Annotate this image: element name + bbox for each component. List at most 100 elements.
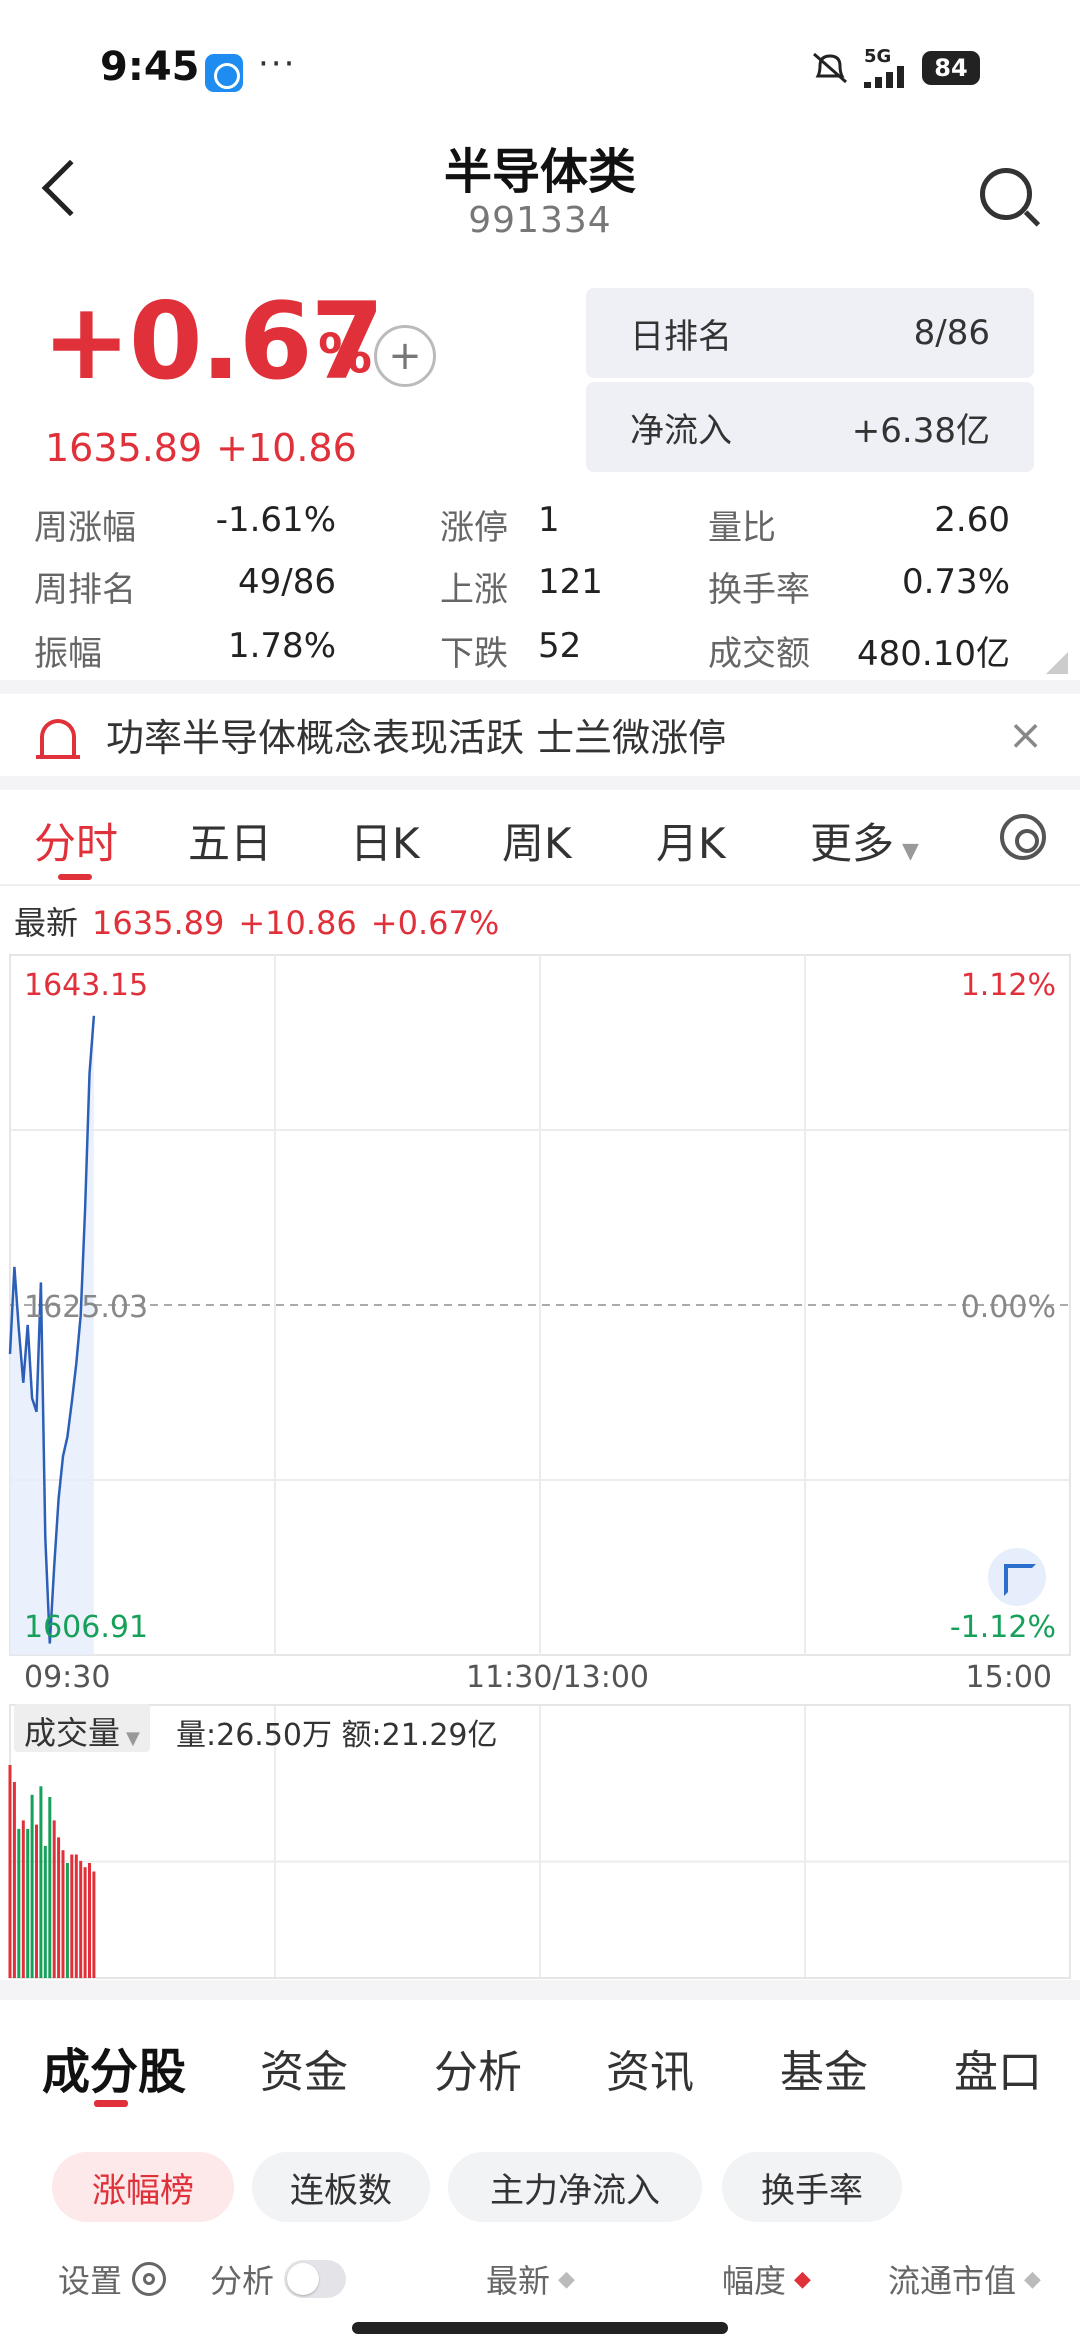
- toggle-switch[interactable]: [284, 2260, 347, 2298]
- tab-daily-k[interactable]: 日K: [350, 810, 420, 871]
- sort-desc-icon: ◆: [794, 2266, 811, 2292]
- expand-corner-icon[interactable]: [1046, 652, 1068, 674]
- rise-label: 上涨: [440, 570, 508, 610]
- latest-label: 最新: [14, 904, 79, 942]
- x-label-open: 09:30: [24, 1660, 111, 1695]
- tab-intraday[interactable]: 分时: [34, 810, 118, 871]
- status-right-group: 5G 84: [810, 48, 980, 88]
- chevron-down-icon: ▼: [126, 1728, 140, 1749]
- tab-constituents[interactable]: 成分股: [42, 2032, 186, 2102]
- signal-group: 5G: [864, 48, 908, 88]
- volume-bar: [57, 1837, 61, 1978]
- latest-change: +10.86: [238, 904, 357, 942]
- volume-bar: [12, 1782, 16, 1978]
- y-min-label: 1606.91: [24, 1610, 149, 1645]
- fullscreen-icon[interactable]: [988, 1548, 1046, 1606]
- amplitude-label: 振幅: [34, 634, 102, 674]
- active-tab-indicator: [94, 2100, 128, 2107]
- chart-tabs: 分时 五日 日K 周K 月K 更多 ▼: [0, 800, 1080, 880]
- week-change-value: -1.61%: [215, 500, 336, 540]
- x-label-noon: 11:30/13:00: [466, 1660, 650, 1695]
- latest-quote-line: 最新 1635.89 +10.86 +0.67%: [14, 898, 499, 944]
- volume-label: 成交量: [24, 1714, 121, 1752]
- volume-bar: [17, 1828, 21, 1978]
- week-rank-value: 49/86: [238, 562, 336, 602]
- signal-icon: [864, 66, 904, 88]
- amplitude-value: 1.78%: [227, 626, 336, 666]
- volume-bar: [8, 1765, 12, 1978]
- column-latest-label: 最新: [486, 2262, 551, 2300]
- x-label-close: 15:00: [965, 1660, 1052, 1695]
- divider: [0, 776, 1080, 790]
- news-banner[interactable]: 功率半导体概念表现活跃 士兰微涨停: [0, 692, 1080, 776]
- network-type: 5G: [864, 46, 892, 67]
- tab-funds[interactable]: 资金: [260, 2036, 348, 2100]
- turnover-label: 换手率: [708, 570, 810, 610]
- limit-up-label: 涨停: [440, 508, 508, 548]
- volume-bar: [30, 1794, 34, 1978]
- chip-gainers[interactable]: 涨幅榜: [52, 2152, 234, 2222]
- divider: [0, 884, 1080, 886]
- status-time: 9:45: [100, 44, 200, 90]
- y-mid-label: 1625.03: [24, 1290, 149, 1325]
- volume-bar: [39, 1786, 43, 1978]
- latest-price: 1635.89: [92, 904, 225, 942]
- index-code: 991334: [468, 200, 612, 241]
- volume-bar: [88, 1863, 91, 1978]
- intraday-chart[interactable]: [0, 950, 1080, 1980]
- tab-more-label: 更多: [810, 819, 895, 868]
- week-change-label: 周涨幅: [34, 508, 136, 548]
- volume-selector[interactable]: 成交量 ▼: [14, 1704, 150, 1752]
- mute-icon: [813, 52, 847, 84]
- chart-grid: [9, 954, 1071, 1979]
- tab-weekly-k[interactable]: 周K: [502, 810, 572, 871]
- volume-bar: [26, 1828, 30, 1978]
- fall-label: 下跌: [440, 634, 508, 674]
- analysis-toggle[interactable]: 分析: [210, 2256, 347, 2302]
- latest-pct: +0.67%: [370, 904, 500, 942]
- volume-ratio-label: 量比: [708, 508, 776, 548]
- sort-icon: ◆: [1024, 2266, 1041, 2292]
- app-notification-icon: [205, 54, 243, 92]
- chart-settings-icon[interactable]: [1000, 814, 1046, 860]
- home-indicator[interactable]: [352, 2322, 728, 2334]
- daily-rank-label: 日排名: [630, 316, 732, 357]
- y-max-label: 1643.15: [24, 968, 149, 1003]
- column-latest[interactable]: 最新 ◆: [486, 2256, 575, 2302]
- net-inflow-box[interactable]: 净流入 +6.38亿: [586, 382, 1034, 472]
- settings-button[interactable]: 设置: [58, 2256, 167, 2302]
- tab-analysis[interactable]: 分析: [434, 2036, 522, 2100]
- amount-value: 480.10亿: [857, 634, 1010, 674]
- column-market-cap[interactable]: 流通市值 ◆: [888, 2256, 1041, 2302]
- sort-icon: ◆: [558, 2266, 575, 2292]
- search-icon[interactable]: [980, 168, 1032, 220]
- tab-more[interactable]: 更多 ▼: [810, 810, 919, 871]
- volume-bar: [70, 1854, 74, 1978]
- volume-bar: [48, 1797, 52, 1979]
- chip-turnover[interactable]: 换手率: [722, 2152, 902, 2222]
- tab-news[interactable]: 资讯: [606, 2036, 694, 2100]
- column-range[interactable]: 幅度 ◆: [722, 2256, 811, 2302]
- tab-order-book[interactable]: 盘口: [954, 2036, 1042, 2100]
- volume-bar: [43, 1845, 47, 1978]
- volume-ratio-value: 2.60: [934, 500, 1010, 540]
- divider: [0, 1980, 1080, 2000]
- active-tab-indicator: [58, 874, 92, 880]
- close-icon[interactable]: ×: [1008, 710, 1043, 759]
- price-change: +10.86: [216, 426, 357, 470]
- price-area: [10, 1015, 94, 1655]
- fall-value: 52: [538, 626, 582, 666]
- volume-bar: [35, 1824, 38, 1978]
- volume-bar: [74, 1854, 78, 1978]
- percent-sign: %: [318, 322, 373, 385]
- add-watchlist-button[interactable]: +: [374, 325, 436, 387]
- tab-monthly-k[interactable]: 月K: [656, 810, 726, 871]
- daily-rank-value: 8/86: [913, 313, 990, 353]
- tab-fund[interactable]: 基金: [780, 2036, 868, 2100]
- tab-five-day[interactable]: 五日: [188, 810, 272, 871]
- chip-consecutive-limit[interactable]: 连板数: [252, 2152, 430, 2222]
- volume-info: 量:26.50万 额:21.29亿: [176, 1718, 498, 1753]
- chip-main-net-inflow[interactable]: 主力净流入: [448, 2152, 702, 2222]
- daily-rank-box[interactable]: 日排名 8/86: [586, 288, 1034, 378]
- volume-bar: [83, 1867, 87, 1978]
